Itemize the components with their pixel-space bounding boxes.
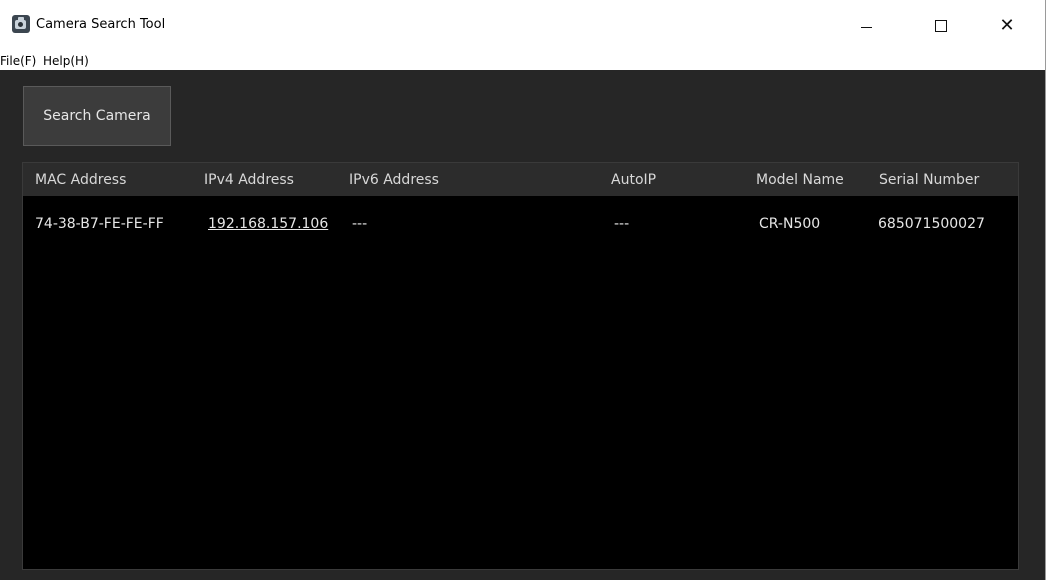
camera-list-table: MAC Address IPv4 Address IPv6 Address Au… [22,162,1019,570]
search-camera-button[interactable]: Search Camera [23,86,171,146]
column-header-autoip[interactable]: AutoIP [611,171,656,189]
menu-bar: File(F) Help(H) [0,52,1045,70]
column-header-ipv4[interactable]: IPv4 Address [204,171,294,189]
column-header-ipv6[interactable]: IPv6 Address [349,171,439,189]
cell-mac: 74-38-B7-FE-FE-FF [35,216,164,232]
minimize-button[interactable] [843,0,889,52]
close-button[interactable]: ✕ [984,0,1030,52]
menu-file[interactable]: File(F) [0,53,36,69]
cell-serial: 685071500027 [878,216,985,232]
column-header-mac[interactable]: MAC Address [35,171,126,189]
title-bar[interactable]: Camera Search Tool ✕ [0,0,1045,52]
cell-autoip: --- [614,216,630,232]
main-content: Search Camera MAC Address IPv4 Address I… [0,70,1045,580]
cell-ipv4-link[interactable]: 192.168.157.106 [208,215,328,233]
column-header-model[interactable]: Model Name [756,171,844,189]
table-header: MAC Address IPv4 Address IPv6 Address Au… [23,163,1018,196]
close-icon: ✕ [999,15,1015,36]
maximize-icon [935,20,947,32]
column-header-serial[interactable]: Serial Number [879,171,979,189]
window-title: Camera Search Tool [36,17,166,32]
maximize-button[interactable] [918,0,964,52]
cell-model: CR-N500 [759,216,821,232]
cell-ipv6: --- [352,216,368,232]
minimize-icon [860,26,872,28]
menu-help[interactable]: Help(H) [43,53,89,69]
camera-icon [12,15,30,33]
app-window: Camera Search Tool ✕ File(F) Help(H) Sea… [0,0,1046,580]
